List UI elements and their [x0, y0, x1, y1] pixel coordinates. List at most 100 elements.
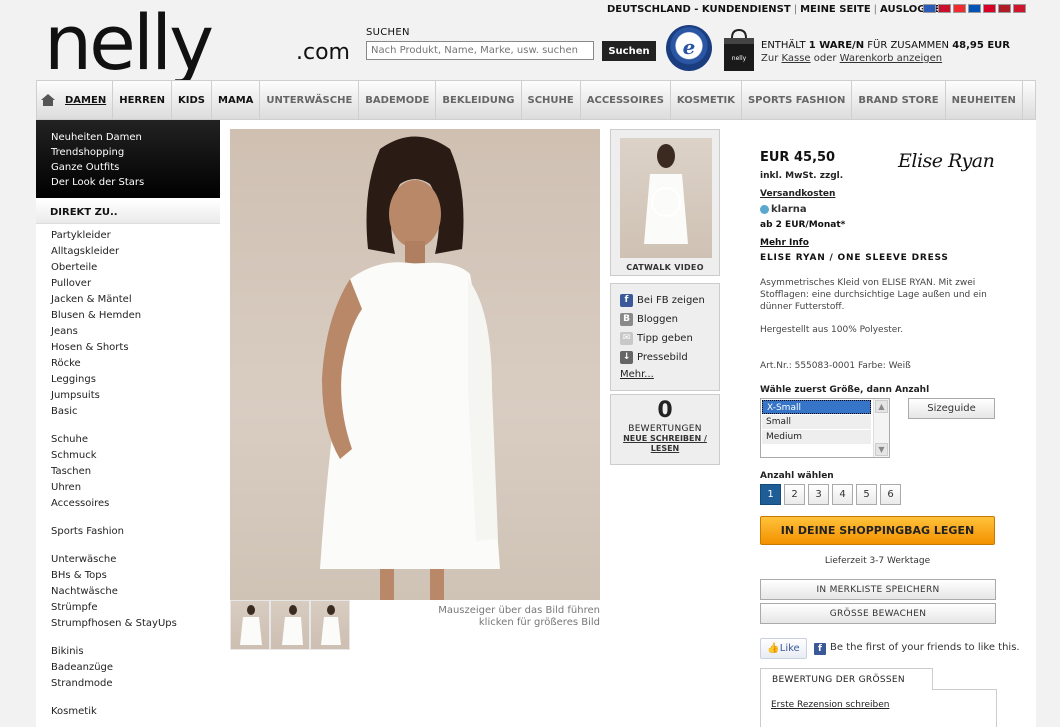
sidebar-item[interactable]: Uhren: [51, 480, 221, 496]
nav-item-herren[interactable]: HERREN: [113, 80, 173, 120]
product-thumbnail[interactable]: [270, 600, 310, 650]
size-option[interactable]: Small: [762, 415, 871, 429]
product-main-image[interactable]: [230, 129, 600, 600]
sidebar-item[interactable]: Strümpfe: [51, 600, 221, 616]
country-flag-icon[interactable]: [983, 4, 996, 13]
sidebar-item[interactable]: Badeanzüge: [51, 660, 221, 676]
trusted-shops-badge-icon[interactable]: e: [666, 25, 712, 71]
share-facebook[interactable]: f Bei FB zeigen: [620, 291, 719, 310]
sidebar-featured-outfits[interactable]: Ganze Outfits: [51, 160, 220, 175]
sidebar-item[interactable]: Strandmode: [51, 676, 221, 692]
product-price: EUR 45,50: [760, 150, 836, 165]
sidebar-item[interactable]: BHs & Tops: [51, 568, 221, 584]
nav-item-damen[interactable]: DAMEN: [59, 80, 114, 120]
share-press-image[interactable]: ↓ Pressebild: [620, 348, 719, 367]
share-more-link[interactable]: Mehr...: [620, 369, 719, 380]
search-label: SUCHEN: [366, 27, 410, 38]
share-tip[interactable]: ✉ Tipp geben: [620, 329, 719, 348]
home-icon[interactable]: [41, 94, 55, 106]
tab-size-review[interactable]: BEWERTUNG DER GRÖSSEN: [760, 668, 933, 690]
checkout-link[interactable]: Kasse: [781, 53, 810, 64]
sidebar-category-list: Partykleider Alltagskleider Oberteile Pullo…: [51, 228, 221, 720]
nav-item-kosmetik[interactable]: KOSMETIK: [671, 80, 742, 120]
product-thumbnail[interactable]: [230, 600, 270, 650]
write-review-link[interactable]: NEUE SCHREIBEN / LESEN: [611, 434, 719, 454]
sidebar-featured-new[interactable]: Neuheiten Damen: [51, 130, 220, 145]
sidebar-item[interactable]: Röcke: [51, 356, 221, 372]
size-select[interactable]: X-Small Small Medium ▲ ▼: [760, 398, 890, 458]
sidebar-item[interactable]: Hosen & Shorts: [51, 340, 221, 356]
nav-item-unterwäsche[interactable]: UNTERWÄSCHE: [260, 80, 360, 120]
nav-item-bekleidung[interactable]: BEKLEIDUNG: [436, 80, 522, 120]
nav-item-sports-fashion[interactable]: SPORTS FASHION: [742, 80, 853, 120]
sidebar-item[interactable]: Accessoires: [51, 496, 221, 512]
sidebar-item[interactable]: Bikinis: [51, 644, 221, 660]
top-link-country-service[interactable]: DEUTSCHLAND - KUNDENDIENST: [604, 4, 794, 15]
catwalk-video[interactable]: CATWALK VIDEO: [610, 129, 720, 276]
sidebar-item[interactable]: Basic: [51, 404, 221, 420]
add-to-bag-button[interactable]: IN DEINE SHOPPINGBAG LEGEN: [760, 516, 995, 545]
sidebar-item[interactable]: Leggings: [51, 372, 221, 388]
sidebar-item[interactable]: Schuhe: [51, 432, 221, 448]
search-input[interactable]: [366, 41, 594, 60]
scroll-up-icon[interactable]: ▲: [875, 400, 888, 413]
sizeguide-button[interactable]: Sizeguide: [908, 398, 995, 419]
sidebar-item[interactable]: Unterwäsche: [51, 552, 221, 568]
sidebar-item[interactable]: Sports Fashion: [51, 524, 221, 540]
size-scrollbar[interactable]: ▲ ▼: [873, 399, 889, 457]
view-cart-link[interactable]: Warenkorb anzeigen: [840, 53, 942, 64]
sidebar-item[interactable]: Jeans: [51, 324, 221, 340]
facebook-like-button[interactable]: 👍Like: [760, 638, 807, 659]
product-thumbnail[interactable]: [310, 600, 350, 650]
sidebar-item[interactable]: Pullover: [51, 276, 221, 292]
sidebar-item[interactable]: Jumpsuits: [51, 388, 221, 404]
sidebar-item[interactable]: Kosmetik: [51, 704, 221, 720]
quantity-button[interactable]: 4: [832, 484, 853, 505]
sidebar-item[interactable]: Blusen & Hemden: [51, 308, 221, 324]
nav-item-brand-store[interactable]: BRAND STORE: [852, 80, 946, 120]
size-option[interactable]: X-Small: [762, 400, 871, 414]
quantity-button[interactable]: 5: [856, 484, 877, 505]
nav-item-bademode[interactable]: BADEMODE: [359, 80, 437, 120]
nav-item-mama[interactable]: MAMA: [212, 80, 261, 120]
country-flag-icon[interactable]: [998, 4, 1011, 13]
shopping-bag-icon[interactable]: nelly: [722, 28, 756, 72]
shipping-costs-link[interactable]: Versandkosten: [760, 189, 835, 199]
sidebar-item[interactable]: Nachtwäsche: [51, 584, 221, 600]
more-info-link[interactable]: Mehr Info: [760, 238, 809, 248]
save-to-wishlist-button[interactable]: IN MERKLISTE SPEICHERN: [760, 579, 996, 600]
sidebar-item[interactable]: Partykleider: [51, 228, 221, 244]
top-link-my-page[interactable]: MEINE SEITE: [797, 4, 874, 15]
brand-logo[interactable]: Elise Ryan: [898, 150, 995, 172]
sidebar-item[interactable]: Strumpfhosen & StayUps: [51, 616, 221, 632]
write-first-review-link[interactable]: Erste Rezension schreiben: [771, 700, 889, 710]
sidebar-item[interactable]: Schmuck: [51, 448, 221, 464]
sidebar-item[interactable]: Taschen: [51, 464, 221, 480]
quantity-button[interactable]: 6: [880, 484, 901, 505]
nav-item-label: BEKLEIDUNG: [442, 94, 515, 106]
share-blog[interactable]: B Bloggen: [620, 310, 719, 329]
sidebar-featured-trends[interactable]: Trendshopping: [51, 145, 220, 160]
watch-size-button[interactable]: GRÖSSE BEWACHEN: [760, 603, 996, 624]
nav-item-kids[interactable]: KIDS: [172, 80, 212, 120]
scroll-down-icon[interactable]: ▼: [875, 443, 888, 456]
nav-item-schuhe[interactable]: SCHUHE: [522, 80, 581, 120]
country-flag-icon[interactable]: [1013, 4, 1026, 13]
nav-item-accessoires[interactable]: ACCESSOIRES: [581, 80, 671, 120]
country-flag-icon[interactable]: [953, 4, 966, 13]
country-flag-icon[interactable]: [923, 4, 936, 13]
country-flag-icon[interactable]: [968, 4, 981, 13]
sidebar-item[interactable]: Oberteile: [51, 260, 221, 276]
search-button[interactable]: Suchen: [602, 41, 656, 61]
nav-item-neuheiten[interactable]: NEUHEITEN: [946, 80, 1023, 120]
nelly-logo[interactable]: nelly .com: [44, 5, 354, 81]
sidebar-item[interactable]: Jacken & Mäntel: [51, 292, 221, 308]
sidebar-featured-stars[interactable]: Der Look der Stars: [51, 175, 220, 190]
size-option[interactable]: Medium: [762, 430, 871, 444]
quantity-button[interactable]: 1: [760, 484, 781, 505]
quantity-button[interactable]: 3: [808, 484, 829, 505]
sidebar-item[interactable]: Alltagskleider: [51, 244, 221, 260]
trusted-shops-letter: e: [682, 35, 696, 59]
country-flag-icon[interactable]: [938, 4, 951, 13]
quantity-button[interactable]: 2: [784, 484, 805, 505]
